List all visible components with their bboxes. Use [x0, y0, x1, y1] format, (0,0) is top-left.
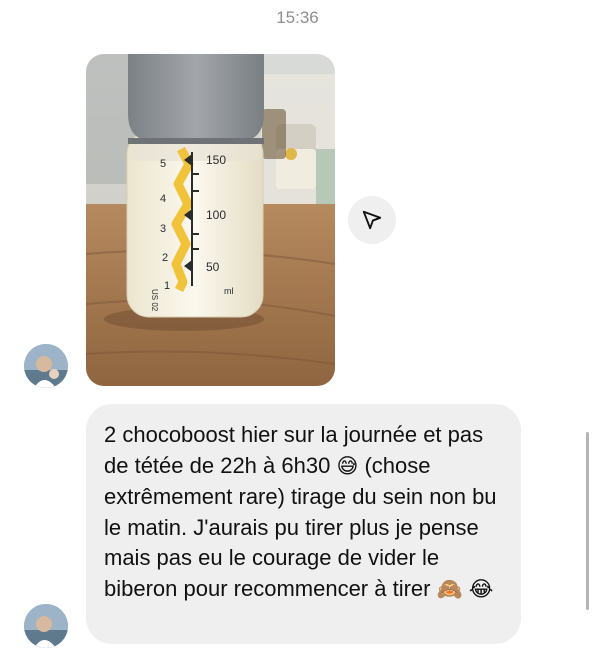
- see-no-evil-monkey-emoji-icon: 🙈: [436, 577, 463, 601]
- scale-left-5: 5: [160, 158, 166, 170]
- photo-attachment[interactable]: 150 100 50 ml 5 4 3 2 1 US 02: [86, 54, 335, 386]
- share-button[interactable]: [348, 196, 396, 244]
- scrollbar[interactable]: [586, 432, 589, 610]
- scale-100: 100: [206, 208, 226, 222]
- scale-50: 50: [206, 260, 220, 274]
- message-text: 2 chocoboost hier sur la journée et pas …: [104, 420, 503, 605]
- scale-left-3: 3: [160, 223, 166, 235]
- scale-left-4: 4: [160, 193, 166, 205]
- scale-left-1: 1: [164, 280, 170, 292]
- baby-bottle-photo: 150 100 50 ml 5 4 3 2 1 US 02: [86, 54, 335, 386]
- sweat-smile-emoji-icon: 😅: [336, 454, 359, 478]
- side-mark: US 02: [150, 289, 159, 312]
- tears-of-joy-emoji-icon: 😂: [468, 577, 494, 601]
- timestamp: 15:36: [276, 8, 319, 27]
- sender-avatar[interactable]: [24, 344, 68, 388]
- send-arrow-icon: [362, 210, 382, 230]
- avatar-image: [24, 344, 68, 388]
- avatar-image: [24, 604, 68, 648]
- message-bubble[interactable]: 2 chocoboost hier sur la journée et pas …: [86, 404, 521, 644]
- sender-avatar-2[interactable]: [24, 604, 68, 648]
- scale-150: 150: [206, 153, 226, 167]
- scale-left-2: 2: [162, 252, 168, 264]
- scale-unit: ml: [224, 286, 234, 296]
